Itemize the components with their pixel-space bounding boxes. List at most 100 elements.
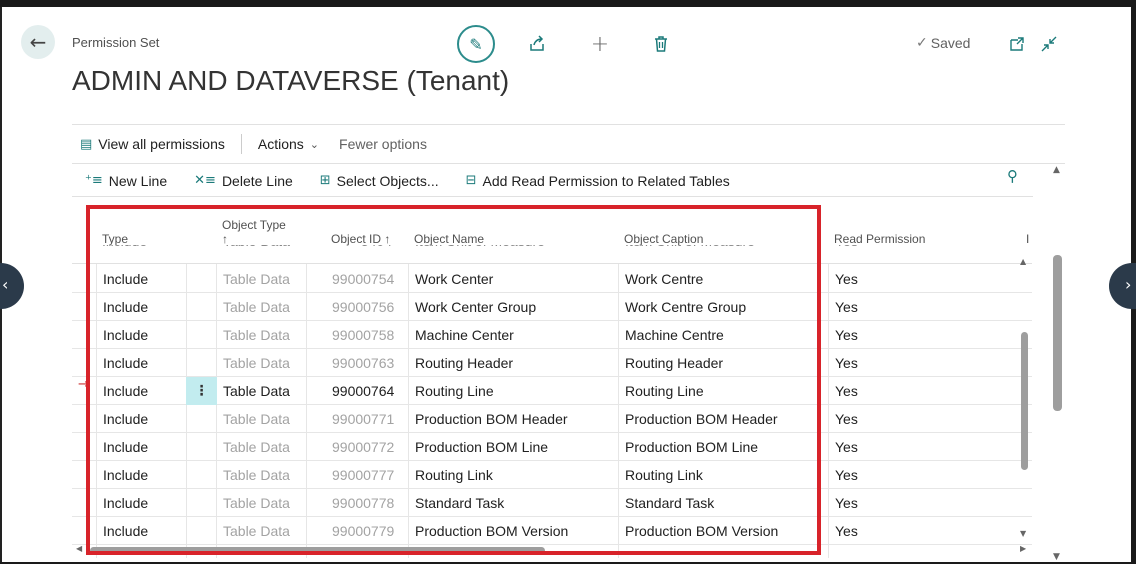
select-objects-button[interactable]: ⊞ Select Objects... (320, 173, 439, 189)
cell-object-id[interactable]: 99000758 (332, 321, 394, 349)
cell-read-permission[interactable]: Yes (835, 405, 895, 433)
cell-read-permission[interactable]: Yes (835, 517, 895, 545)
table-row[interactable]: Include Table Data 99000771 Production BOM … (72, 405, 1032, 433)
col-header-insert-permission[interactable]: I (1026, 232, 1029, 246)
page-scroll-up-arrow[interactable]: ▲ (1053, 165, 1060, 175)
cell-read-permission[interactable]: Yes (835, 349, 895, 377)
edit-button[interactable]: ✎ (457, 25, 495, 63)
cell-object-id[interactable]: 99000779 (332, 517, 394, 545)
page-scrollbar-thumb[interactable] (1053, 255, 1062, 411)
col-header-object-type[interactable]: Object Type ↑ (222, 218, 286, 246)
cell-object-type[interactable]: Table Data (223, 265, 303, 293)
collapse-button[interactable] (1039, 27, 1059, 61)
cell-object-caption[interactable]: Standard Task (625, 489, 825, 517)
cell-read-permission[interactable]: Yes (835, 321, 895, 349)
cell-type[interactable]: Include (103, 321, 183, 349)
cell-object-id[interactable]: 99000754 (332, 265, 394, 293)
table-row[interactable]: Include Table Data 99000772 Production BOM … (72, 433, 1032, 461)
cell-type[interactable]: Include (103, 461, 183, 489)
cell-object-name[interactable]: Routing Line (415, 377, 615, 405)
share-button[interactable] (524, 27, 550, 61)
cell-type[interactable]: Include (103, 349, 183, 377)
row-actions-menu-button[interactable]: ⋮ (186, 377, 217, 405)
cell-object-type[interactable]: Table Data (223, 489, 303, 517)
cell-object-type[interactable]: Table Data (223, 321, 303, 349)
cell-read-permission[interactable]: Yes (835, 433, 895, 461)
grid-vertical-scrollbar-thumb[interactable] (1021, 332, 1028, 470)
new-line-button[interactable]: ⁺≡ New Line (85, 173, 167, 189)
grid-horizontal-scrollbar-thumb[interactable] (90, 547, 545, 554)
cell-object-caption[interactable]: Work Centre Group (625, 293, 825, 321)
cell-read-permission[interactable]: Yes (835, 461, 895, 489)
grid-scroll-left-arrow[interactable]: ◀ (76, 544, 82, 553)
cell-object-name[interactable]: Production BOM Header (415, 405, 615, 433)
cell-read-permission[interactable]: Yes (835, 265, 895, 293)
fewer-options-button[interactable]: Fewer options (329, 136, 437, 152)
cell-object-name[interactable]: Machine Center (415, 321, 615, 349)
table-row[interactable]: Include Table Data 99000758 Machine Center M… (72, 321, 1032, 349)
cell-object-caption[interactable]: Work Centre (625, 265, 825, 293)
cell-type[interactable]: Include (103, 293, 183, 321)
cell-object-id[interactable]: 99000756 (332, 293, 394, 321)
cell-object-name[interactable]: Work Center (415, 265, 615, 293)
cell-read-permission[interactable]: Yes (835, 489, 895, 517)
popout-button[interactable] (1007, 27, 1027, 61)
table-row[interactable]: Include Table Data 99000764 Routing Line Rou… (72, 377, 1032, 405)
col-header-object-caption[interactable]: Object Caption (624, 232, 703, 246)
delete-line-button[interactable]: ✕≡ Delete Line (194, 173, 293, 189)
page-scroll-down-arrow[interactable]: ▼ (1053, 552, 1060, 562)
cell-object-name[interactable]: Routing Link (415, 461, 615, 489)
cell-type[interactable]: Include (103, 433, 183, 461)
cell-object-id[interactable]: 99000777 (332, 461, 394, 489)
cell-object-type[interactable]: Table Data (223, 433, 303, 461)
table-row[interactable]: Include Table Data 99000763 Routing Header R… (72, 349, 1032, 377)
grid-scroll-up-arrow[interactable]: ▲ (1020, 257, 1026, 266)
grid-scroll-down-arrow[interactable]: ▼ (1020, 529, 1026, 538)
cell-object-type[interactable]: Table Data (223, 349, 303, 377)
cell-read-permission[interactable]: Yes (835, 377, 895, 405)
cell-object-type[interactable]: Table Data (223, 405, 303, 433)
cell-object-id[interactable]: 99000771 (332, 405, 394, 433)
cell-object-name[interactable]: Standard Task (415, 489, 615, 517)
cell-object-name[interactable]: Production BOM Line (415, 433, 615, 461)
cell-type[interactable]: Include (103, 265, 183, 293)
cell-type[interactable]: Include (103, 377, 183, 405)
cell-object-caption[interactable]: Production BOM Header (625, 405, 825, 433)
cell-object-id[interactable]: 99000764 (332, 377, 394, 405)
cell-object-caption[interactable]: Production BOM Version (625, 517, 825, 545)
cell-type[interactable]: Include (103, 489, 183, 517)
col-header-type[interactable]: Type (102, 232, 128, 246)
table-row[interactable]: Include Table Data 99000778 Standard Task St… (72, 489, 1032, 517)
table-row[interactable]: Include Table Data 99000779 Production BOM … (72, 517, 1032, 545)
grid-scroll-right-arrow[interactable]: ▶ (1020, 544, 1026, 553)
cell-object-name[interactable]: Routing Header (415, 349, 615, 377)
back-button[interactable]: ← (21, 25, 55, 59)
delete-button[interactable] (650, 27, 672, 61)
table-row[interactable]: Include Table Data 99000754 Work Center Work… (72, 265, 1032, 293)
col-header-read-permission[interactable]: Read Permission (834, 232, 925, 246)
cell-object-id[interactable]: 99000763 (332, 349, 394, 377)
cell-type[interactable]: Include (103, 405, 183, 433)
cell-read-permission[interactable]: Yes (835, 293, 895, 321)
actions-menu-button[interactable]: Actions ⌄ (248, 136, 329, 152)
col-header-object-name[interactable]: Object Name (414, 232, 484, 246)
cell-object-caption[interactable]: Production BOM Line (625, 433, 825, 461)
cell-object-type[interactable]: Table Data (223, 461, 303, 489)
table-row[interactable]: Include Table Data 99000756 Work Center Gro… (72, 293, 1032, 321)
col-header-object-id[interactable]: Object ID ↑ (331, 232, 390, 246)
cell-object-caption[interactable]: Routing Line (625, 377, 825, 405)
add-read-permission-button[interactable]: ⊟ Add Read Permission to Related Tables (466, 173, 730, 189)
cell-object-id[interactable]: 99000772 (332, 433, 394, 461)
table-row[interactable]: Include Table Data 99000777 Routing Link Rou… (72, 461, 1032, 489)
cell-type[interactable]: Include (103, 517, 183, 545)
view-all-permissions-button[interactable]: ▤ View all permissions (72, 136, 235, 152)
cell-object-name[interactable]: Work Center Group (415, 293, 615, 321)
new-button[interactable]: + (588, 27, 612, 61)
cell-object-type[interactable]: Table Data (223, 517, 303, 545)
cell-object-type[interactable]: Table Data (223, 377, 303, 405)
cell-object-caption[interactable]: Machine Centre (625, 321, 825, 349)
cell-object-id[interactable]: 99000778 (332, 489, 394, 517)
pin-button[interactable]: ⚲ (1007, 167, 1018, 185)
cell-object-caption[interactable]: Routing Header (625, 349, 825, 377)
cell-object-type[interactable]: Table Data (223, 293, 303, 321)
